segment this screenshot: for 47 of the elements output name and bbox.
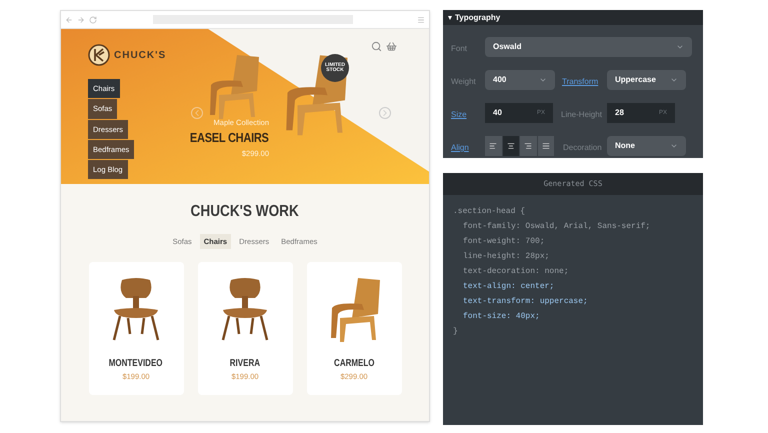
panel-header[interactable]: Typography — [443, 10, 703, 25]
code-line: font-family: Oswald, Arial, Sans-serif; — [462, 222, 652, 232]
caret-icon — [670, 76, 678, 84]
code-line: font-size: 40px; — [462, 312, 541, 322]
field-label: Weight — [451, 77, 476, 86]
align-button[interactable] — [485, 136, 502, 156]
basket-icon[interactable] — [386, 41, 397, 52]
weight-select[interactable]: 400 — [485, 70, 555, 90]
code-line: text-transform: uppercase; — [462, 297, 589, 307]
field-label: Font — [451, 44, 468, 53]
logo-text: CHUCK'S — [114, 48, 166, 62]
product-name: RIVERA — [230, 357, 260, 372]
align-icon — [524, 142, 532, 150]
back-icon[interactable] — [65, 16, 73, 24]
transform-select[interactable]: Uppercase — [607, 70, 686, 90]
logo-icon — [88, 44, 110, 66]
forward-icon[interactable] — [77, 16, 85, 24]
code-line: text-decoration: none; — [462, 267, 570, 277]
font-select[interactable]: Oswald — [485, 37, 692, 57]
caret-icon — [670, 142, 678, 150]
align-icon — [542, 142, 550, 150]
caret-icon — [539, 76, 547, 84]
decoration-select[interactable]: None — [607, 136, 686, 156]
align-button[interactable] — [538, 136, 555, 156]
product-name: MONTEVIDEO — [109, 357, 163, 372]
code-line: .section-head { — [453, 207, 526, 217]
hero-title: EASEL CHAIRS — [190, 129, 269, 148]
align-icon — [489, 142, 498, 150]
field-label: Line-Height — [561, 110, 602, 119]
code-line: text-align: center; — [462, 282, 556, 292]
field-label: Decoration — [563, 143, 602, 152]
code-line: line-height: 28px; — [462, 252, 550, 262]
code-line: font-weight: 700; — [462, 237, 546, 247]
search-icon[interactable] — [371, 41, 382, 52]
menu-icon[interactable] — [417, 16, 425, 24]
field-link[interactable]: Transform — [562, 77, 598, 86]
caret-icon — [676, 43, 684, 51]
reload-icon[interactable] — [89, 16, 97, 24]
expand-triangle-icon — [448, 16, 452, 20]
product-name: CARMELO — [334, 357, 374, 372]
field-link[interactable]: Align — [451, 143, 469, 152]
code-line: } — [453, 327, 459, 337]
align-button[interactable] — [520, 136, 538, 156]
align-icon — [506, 142, 515, 150]
align-button[interactable] — [502, 136, 520, 156]
section-title: CHUCK'S WORK — [190, 202, 300, 222]
field-link[interactable]: Size — [451, 110, 467, 119]
